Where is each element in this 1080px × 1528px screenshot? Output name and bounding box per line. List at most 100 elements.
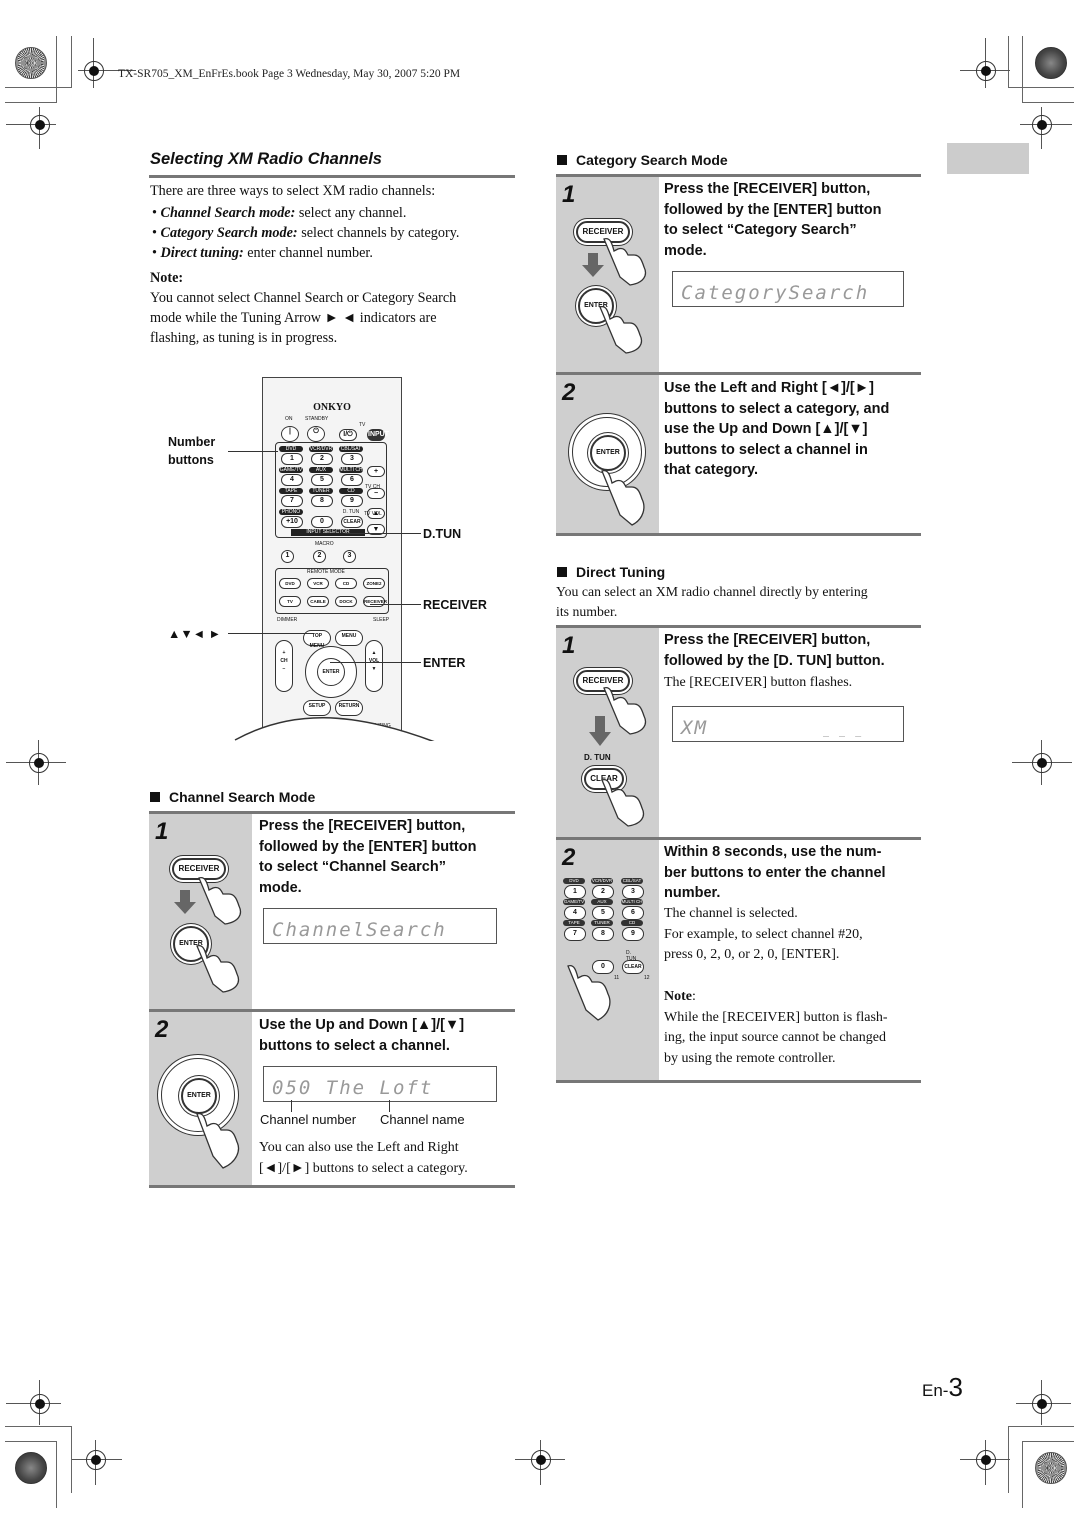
- number-key[interactable]: 9: [622, 927, 644, 941]
- registration-starburst-icon: [1035, 1452, 1067, 1484]
- number-key[interactable]: 2: [311, 453, 333, 465]
- on-label: ON: [285, 416, 293, 422]
- hand-pointer-icon: [603, 686, 647, 735]
- remote-mode-key[interactable]: VCR: [307, 578, 329, 589]
- vol-rocker[interactable]: ▲ VOL ▼: [365, 640, 383, 692]
- number-key[interactable]: 9: [341, 495, 363, 507]
- enter-button[interactable]: ENTER: [181, 1078, 217, 1114]
- registration-mark-icon: [30, 1394, 50, 1414]
- input-tag: [309, 509, 333, 515]
- macro-3-button[interactable]: 3: [343, 550, 356, 563]
- remote-mode-key[interactable]: TV: [279, 596, 301, 607]
- number-key[interactable]: 5: [311, 474, 333, 486]
- step-instruction: Use the Up and Down [▲]/[▼] buttons to s…: [259, 1017, 465, 1054]
- number-key[interactable]: 1: [564, 885, 586, 899]
- lcd-display: ChannelSearch: [263, 908, 497, 944]
- registration-mark-icon: [84, 61, 104, 81]
- hand-pointer-icon: [196, 1112, 240, 1169]
- number-key[interactable]: 6: [622, 906, 644, 920]
- step-rule: [149, 1185, 515, 1188]
- dtun-label: D.TUN: [423, 527, 462, 541]
- input-tag: TAPE: [563, 920, 585, 926]
- number-key[interactable]: 1: [281, 453, 303, 465]
- crop-mark: [1022, 1441, 1074, 1442]
- step-number: 2: [562, 379, 576, 406]
- number-buttons-label: Number buttons: [168, 435, 216, 467]
- remote-mode-key[interactable]: CD: [335, 578, 357, 589]
- number-key[interactable]: 5: [592, 906, 614, 920]
- channel-search-step-2: 2 ENTER Use the Up and Down [▲]/[▼] butt…: [149, 1012, 515, 1185]
- step-instruction: Press the [RECEIVER] button, followed by…: [664, 181, 882, 259]
- step-note: Note: While the [RECEIVER] button is fla…: [664, 989, 888, 1066]
- input-tag: VCR/DVR: [591, 878, 613, 884]
- remote-mode-key[interactable]: DOCK: [335, 596, 357, 607]
- ch-rocker[interactable]: + CH −: [275, 640, 293, 692]
- remote-mode-key[interactable]: CABLE: [307, 596, 329, 607]
- tv-side-key[interactable]: +: [367, 466, 385, 477]
- enter-button[interactable]: ENTER: [590, 435, 626, 471]
- registration-mark-icon: [1032, 1394, 1052, 1414]
- number-key[interactable]: 6: [341, 474, 363, 486]
- number-key[interactable]: 4: [564, 906, 586, 920]
- remote-mode-key[interactable]: ZONE2: [363, 578, 385, 589]
- crop-mark: [5, 1441, 57, 1442]
- number-key[interactable]: 3: [622, 885, 644, 899]
- registration-mark-icon: [86, 1450, 106, 1470]
- number-key[interactable]: 7: [564, 927, 586, 941]
- crop-mark: [56, 36, 57, 103]
- tv-input-button[interactable]: INPUT: [367, 429, 389, 441]
- number-key[interactable]: 4: [281, 474, 303, 486]
- number-key[interactable]: CLEAR: [341, 516, 363, 528]
- number-key[interactable]: 3: [341, 453, 363, 465]
- registration-starburst-icon: [15, 47, 47, 79]
- bullet-item: • Channel Search mode: select any channe…: [152, 205, 407, 221]
- dtun-small-label: D. TUN: [626, 950, 637, 962]
- menu-button[interactable]: MENU: [335, 630, 363, 646]
- direct-tuning-heading: Direct Tuning: [557, 564, 665, 580]
- channel-name-label: Channel name: [380, 1112, 465, 1127]
- enter-label: ENTER: [423, 656, 466, 670]
- input-tag: PHONO: [279, 509, 303, 515]
- number-key[interactable]: 8: [311, 495, 333, 507]
- number-key[interactable]: +10: [281, 516, 303, 528]
- standby-button[interactable]: ⏻: [307, 426, 325, 442]
- input-tag: MULTI CH: [339, 467, 363, 473]
- brand-logo: ONKYO: [313, 402, 351, 413]
- remote-mode-key[interactable]: DVD: [279, 578, 301, 589]
- number-key[interactable]: 8: [592, 927, 614, 941]
- leader-line: [345, 533, 421, 535]
- number-key[interactable]: 7: [281, 495, 303, 507]
- direct-tuning-intro: You can select an XM radio channel direc…: [556, 584, 868, 619]
- tv-power-button[interactable]: I/⏻: [339, 429, 357, 441]
- hand-pointer-icon: [603, 237, 647, 286]
- on-button[interactable]: |: [281, 426, 299, 442]
- input-tag: TAPE: [279, 488, 303, 494]
- step-instruction: Within 8 seconds, use the num- ber butto…: [664, 844, 886, 901]
- step-number: 2: [155, 1016, 169, 1043]
- registration-mark-icon: [29, 753, 49, 773]
- tv-vol-label: TV VOL: [364, 511, 382, 517]
- macro-2-button[interactable]: 2: [313, 550, 326, 563]
- macro-1-button[interactable]: 1: [281, 550, 294, 563]
- registration-disc-icon: [15, 1452, 47, 1484]
- clear-key[interactable]: CLEAR: [622, 960, 644, 974]
- macro-label: MACRO: [315, 541, 334, 547]
- tv-ch-label: TV CH: [365, 484, 380, 490]
- remote-mode-key[interactable]: RECEIVER: [363, 596, 387, 607]
- bullet-list: • Channel Search mode: select any channe…: [152, 203, 459, 263]
- bullet-item: • Direct tuning: enter channel number.: [152, 245, 373, 261]
- step-detail: The [RECEIVER] button flashes.: [664, 675, 853, 690]
- number-key[interactable]: 2: [592, 885, 614, 899]
- hand-pointer-icon: [601, 469, 645, 526]
- input-tag: D. TUN: [342, 509, 360, 515]
- down-arrow-icon: [588, 253, 598, 265]
- step-instruction: Press the [RECEIVER] button, followed by…: [259, 818, 477, 896]
- input-tag: TUNER: [591, 920, 613, 926]
- number-key[interactable]: 0: [311, 516, 333, 528]
- receiver-label: RECEIVER: [423, 598, 487, 612]
- note-text: You cannot select Channel Search or Cate…: [150, 290, 457, 346]
- category-search-step-1: 1 RECEIVER ENTER Press the [RECEIVER] bu…: [556, 177, 921, 372]
- language-tab-marker: [947, 143, 1029, 174]
- input-tag: GAME/TV: [563, 899, 585, 905]
- hand-pointer-icon: [196, 944, 240, 993]
